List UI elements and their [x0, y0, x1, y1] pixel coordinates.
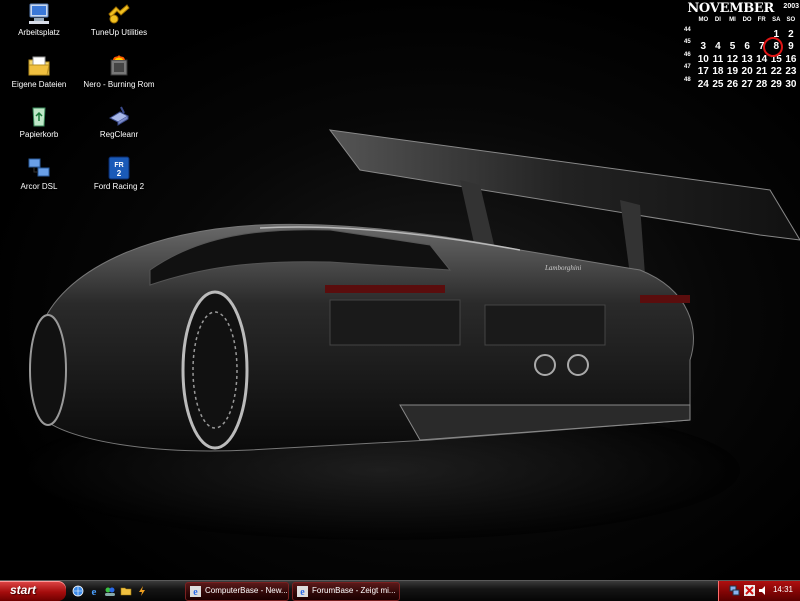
- desktop-icon-eigene-dateien[interactable]: Eigene Dateien: [2, 54, 76, 104]
- calendar-day: 5: [729, 41, 736, 53]
- calendar-day: 16: [785, 53, 797, 65]
- desktop-icon-label: Nero - Burning Rom: [83, 80, 155, 89]
- weekday-label: DO: [742, 17, 752, 23]
- calendar-day: 22: [770, 66, 782, 78]
- calendar-day: 29: [770, 78, 782, 90]
- nero-icon: [110, 55, 128, 76]
- calendar-day: 13: [741, 53, 753, 65]
- calendar-month: NOVEMBER: [687, 1, 774, 16]
- calendar-week-row: 48 24 25 26 27 28 29 30: [682, 76, 800, 90]
- regcleanr-icon: [108, 106, 130, 126]
- weekday-label: FR: [757, 17, 766, 23]
- calendar-weekday-header: MO DI MI DO FR SA SO: [696, 17, 800, 23]
- taskbar-task-forumbase[interactable]: e ForumBase - Zeigt mi...: [292, 582, 400, 601]
- svg-text:e: e: [92, 586, 97, 597]
- desktop-icon-label: Arbeitsplatz: [18, 28, 60, 37]
- ford-racing-icon: FR 2: [108, 156, 130, 180]
- task-label: ComputerBase - New...: [205, 586, 288, 595]
- svg-text:e: e: [300, 587, 305, 597]
- tuneup-icon: [108, 4, 130, 24]
- ie-icon: e: [297, 586, 308, 597]
- desktop-icon-label: Ford Racing 2: [93, 182, 145, 191]
- taskbar-task-computerbase[interactable]: e ComputerBase - New...: [185, 582, 289, 601]
- weekday-label: SA: [772, 17, 781, 23]
- calendar-day: 21: [756, 66, 768, 78]
- desktop-icon-label: Arcor DSL: [20, 182, 58, 191]
- weekday-label: DI: [714, 17, 721, 23]
- calendar-day: 28: [756, 78, 768, 90]
- desktop-icon-label: RegCleanr: [99, 130, 139, 139]
- calendar-day: 23: [785, 66, 797, 78]
- calendar-week-number: 47: [684, 64, 691, 71]
- start-button[interactable]: start: [0, 581, 66, 601]
- recycle-bin-icon: [32, 107, 46, 127]
- calendar-day: 24: [697, 78, 709, 90]
- desktop-icon-ford-racing-2[interactable]: FR 2 Ford Racing 2: [82, 156, 156, 206]
- svg-text:e: e: [193, 587, 198, 597]
- weekday-label: MI: [729, 17, 736, 23]
- clock[interactable]: 14:31: [773, 585, 793, 594]
- weekday-label: SO: [786, 17, 796, 23]
- calendar-week-number: 48: [684, 76, 691, 83]
- messenger-icon[interactable]: [104, 585, 116, 597]
- calendar-day: 18: [712, 66, 724, 78]
- folder-icon[interactable]: [120, 585, 132, 597]
- desktop-icon-arbeitsplatz[interactable]: Arbeitsplatz: [2, 2, 76, 52]
- calendar-day: 17: [697, 66, 709, 78]
- desktop-icon-nero-burning-rom[interactable]: Nero - Burning Rom: [82, 54, 156, 104]
- calendar-day: 19: [726, 66, 739, 78]
- ie-icon: e: [190, 586, 201, 597]
- desktop-icon-label: Eigene Dateien: [11, 80, 67, 89]
- antivirus-tray-icon[interactable]: [744, 585, 755, 596]
- desktop-icon-tuneup-utilities[interactable]: TuneUp Utilities: [82, 2, 156, 52]
- weekday-label: MO: [698, 17, 709, 23]
- calendar-day: 10: [697, 53, 709, 65]
- system-tray: 14:31: [718, 581, 800, 601]
- calendar-day: 27: [741, 78, 753, 90]
- calendar-day: 11: [712, 53, 724, 65]
- network-tray-icon[interactable]: [729, 585, 740, 596]
- desktop-icon-papierkorb[interactable]: Papierkorb: [2, 104, 76, 154]
- calendar-week-number: 45: [684, 39, 691, 46]
- svg-text:FR: FR: [114, 162, 123, 169]
- desktop-icon-label: Papierkorb: [19, 130, 59, 139]
- taskbar: start e e ComputerBase - New... e ForumB…: [0, 580, 800, 601]
- calendar-day: 20: [741, 66, 753, 78]
- task-label: ForumBase - Zeigt mi...: [312, 586, 396, 595]
- calendar-day: 6: [744, 41, 750, 53]
- network-icon: [28, 158, 50, 177]
- volume-tray-icon[interactable]: [758, 585, 769, 596]
- desktop-icon-arcor-dsl[interactable]: Arcor DSL: [2, 156, 76, 206]
- calendar-week-number: 46: [684, 51, 691, 58]
- winamp-icon[interactable]: [136, 585, 148, 597]
- my-computer-icon: [29, 3, 49, 24]
- calendar-day: 3: [700, 41, 707, 53]
- calendar-day: 30: [785, 78, 797, 90]
- calendar-day: 2: [788, 29, 794, 40]
- ie-icon[interactable]: e: [88, 585, 100, 597]
- calendar-day: 4: [715, 41, 721, 53]
- calendar-today-marker: [763, 37, 783, 57]
- svg-text:2: 2: [117, 169, 122, 178]
- calendar-week-row: 46 10 11 12 13 14 15 16: [682, 51, 800, 65]
- calendar-day: 25: [712, 78, 724, 90]
- desktop: Lamborghini Arbeitsplatz TuneUp Utilitie…: [0, 0, 800, 580]
- calendar-week-number: 44: [684, 27, 691, 33]
- calendar-day: 9: [788, 41, 794, 53]
- my-documents-icon: [28, 56, 50, 76]
- calendar-day: 26: [726, 78, 739, 90]
- start-label: start: [10, 583, 37, 597]
- desktop-icon-label: TuneUp Utilities: [90, 28, 148, 37]
- calendar-year: 2003: [783, 3, 799, 10]
- wallpaper-badge: Lamborghini: [544, 264, 581, 272]
- calendar-week-row: 44 1 2: [682, 27, 800, 40]
- desktop-icon-regcleanr[interactable]: RegCleanr: [82, 104, 156, 154]
- browser-icon[interactable]: [72, 585, 84, 597]
- calendar-week-row: 47 17 18 19 20 21 22 23: [682, 64, 800, 78]
- calendar-day: 12: [726, 53, 739, 65]
